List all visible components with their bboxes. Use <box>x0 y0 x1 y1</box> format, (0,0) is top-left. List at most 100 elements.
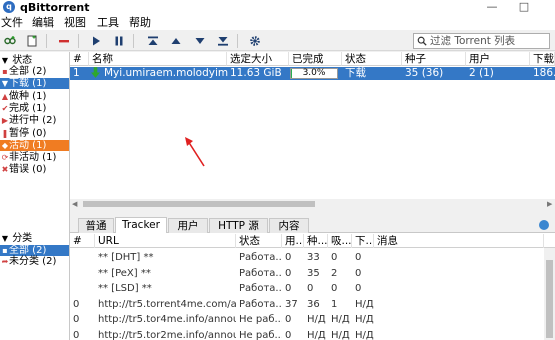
link-icon <box>4 36 16 45</box>
column-header-status[interactable]: 状态 <box>342 52 402 66</box>
column-header-index[interactable]: # <box>70 52 89 66</box>
tab-http-sources[interactable]: HTTP 源 <box>209 218 268 233</box>
tracker-cell-seeds: Н/Д <box>307 329 326 340</box>
tracker-cell-status: Работа... <box>239 298 282 310</box>
column-header-progress[interactable]: 已完成 <box>289 52 342 66</box>
toolbar-separator <box>133 34 134 48</box>
tracker-cell-users: 0 <box>285 314 292 325</box>
column-header-size[interactable]: 选定大小 <box>227 52 289 66</box>
menu-tools[interactable]: 工具 <box>97 16 119 29</box>
tracker-cell-seeds: 0 <box>307 283 314 294</box>
progress-bar: 3.0% <box>290 68 338 79</box>
status-header-label: 状态 <box>12 55 33 66</box>
pause-icon <box>115 36 123 46</box>
minus-icon <box>59 40 69 43</box>
tracker-column-seeds[interactable]: 种... <box>304 234 328 248</box>
move-bottom-button[interactable] <box>215 33 231 49</box>
tab-content[interactable]: 内容 <box>269 218 309 233</box>
sidebar-item-active[interactable]: ◆活动 (1) <box>0 139 69 151</box>
horizontal-scrollbar[interactable]: ◀ ▶ <box>70 199 555 209</box>
active-progress-icon: ▶ <box>1 116 9 126</box>
move-top-button[interactable] <box>145 33 161 49</box>
sidebar-item-label: 活动 (1) <box>9 139 47 151</box>
resume-button[interactable] <box>88 33 104 49</box>
tab-tracker[interactable]: Tracker <box>115 217 167 234</box>
menu-view[interactable]: 视图 <box>64 16 86 29</box>
add-torrent-file-button[interactable] <box>24 33 40 49</box>
menu-file[interactable]: 文件 <box>1 16 23 29</box>
sidebar-item-downloading[interactable]: ▼下载 (1) <box>0 78 69 90</box>
sidebar-item-paused[interactable]: ❚暂停 (0) <box>0 128 69 139</box>
torrent-index: 1 <box>73 67 80 79</box>
table-row[interactable]: ** [DHT] ** Работа... 0 33 0 0 <box>70 251 555 265</box>
vertical-scrollbar[interactable] <box>544 248 555 340</box>
move-bottom-icon <box>218 37 228 46</box>
scrollbar-thumb[interactable] <box>546 260 553 338</box>
column-header-download-speed[interactable]: 下载 <box>530 52 555 66</box>
add-torrent-link-button[interactable] <box>2 33 18 49</box>
sidebar-category-uncategorized[interactable]: ➦未分类 (2) <box>0 256 69 267</box>
sidebar-item-inactive[interactable]: ⟳非活动 (1) <box>0 152 69 163</box>
status-group-header[interactable]: ▼ 状态 <box>0 55 69 66</box>
sidebar-item-completed[interactable]: ✔完成 (1) <box>0 103 69 114</box>
tracker-column-message[interactable]: 消息 <box>374 234 544 248</box>
tracker-column-users[interactable]: 用... <box>282 234 304 248</box>
column-header-name[interactable]: 名称 <box>89 52 227 66</box>
torrent-row[interactable]: 1 Myi.umiraem.molodyimi.2.... 11.63 GiB … <box>70 67 555 80</box>
scroll-right-icon[interactable]: ▶ <box>547 200 552 208</box>
category-group-header[interactable]: ▼ 分类 <box>0 233 69 244</box>
errored-icon: ✖ <box>1 165 9 175</box>
move-down-button[interactable] <box>192 33 208 49</box>
table-row[interactable]: 0 http://tr5.tor4me.info/announ...Не раб.… <box>70 313 555 327</box>
tracker-cell-status: Не раб... <box>239 329 282 340</box>
column-header-seeds[interactable]: 种子 <box>402 52 466 66</box>
sidebar-item-errored[interactable]: ✖错误 (0) <box>0 164 69 175</box>
table-row[interactable]: ** [PeX] ** Работа... 0 35 2 0 <box>70 267 555 281</box>
tracker-cell-message <box>374 267 544 281</box>
tracker-column-status[interactable]: 状态 <box>236 234 282 248</box>
tab-peers[interactable]: 用户 <box>168 218 208 233</box>
tracker-column-downloaded[interactable]: 下... <box>352 234 374 248</box>
scroll-left-icon[interactable]: ◀ <box>72 200 77 208</box>
table-row[interactable]: 0 http://tr5.tor2me.info/announ...Не раб.… <box>70 329 555 340</box>
tracker-cell-leeches: 1 <box>331 298 338 310</box>
sidebar-item-label: 错误 (0) <box>9 164 47 176</box>
menu-edit[interactable]: 编辑 <box>32 16 54 29</box>
tracker-column-leeches[interactable]: 吸... <box>328 234 352 248</box>
sidebar-item-label: 下载 (1) <box>9 78 47 90</box>
menu-help[interactable]: 帮助 <box>129 16 151 29</box>
column-header-peers[interactable]: 用户 <box>466 52 530 66</box>
annotation-arrow-icon <box>185 137 205 167</box>
tracker-cell-message <box>374 282 544 296</box>
scrollbar-thumb[interactable] <box>83 201 315 207</box>
sidebar-item-seeding[interactable]: ▲做种 (1) <box>0 91 69 102</box>
sidebar-item-label: 非活动 (1) <box>9 152 57 164</box>
tracker-column-url[interactable]: URL <box>95 234 236 248</box>
sidebar-category-all[interactable]: ▪全部 (2) <box>0 245 69 256</box>
move-up-button[interactable] <box>168 33 184 49</box>
tracker-cell-index <box>70 267 95 281</box>
filter-box[interactable] <box>413 33 550 49</box>
tracker-cell-seeds: 33 <box>307 252 320 263</box>
tracker-cell-index: 0 <box>73 298 80 310</box>
options-button[interactable] <box>247 33 263 49</box>
table-row[interactable]: ** [LSD] ** Работа... 0 0 0 0 <box>70 282 555 296</box>
toolbar <box>0 31 555 51</box>
tracker-column-index[interactable]: # <box>70 234 95 248</box>
minimize-button[interactable]: — <box>480 0 504 15</box>
pause-button[interactable] <box>111 33 127 49</box>
sidebar-item-active-progress[interactable]: ▶进行中 (2) <box>0 115 69 126</box>
tracker-header-row: # URL 状态 用... 种... 吸... 下... 消息 <box>70 234 555 248</box>
maximize-button[interactable]: □ <box>512 0 536 15</box>
filter-input[interactable] <box>430 35 545 47</box>
torrent-peers: 2 (1) <box>469 67 494 79</box>
table-row[interactable]: 0 http://tr5.torrent4me.com/an...Работа..… <box>70 298 555 312</box>
delete-button[interactable] <box>56 33 72 49</box>
sidebar-item-all[interactable]: ▪全部 (2) <box>0 66 69 77</box>
tracker-cell-status: Работа... <box>239 267 282 279</box>
tracker-cell-url: ** [DHT] ** <box>98 252 154 263</box>
tab-general[interactable]: 普通 <box>78 218 114 233</box>
torrent-size: 11.63 GiB <box>230 67 282 79</box>
window-title: qBittorrent <box>20 1 90 14</box>
panel-options-icon[interactable] <box>539 220 549 230</box>
